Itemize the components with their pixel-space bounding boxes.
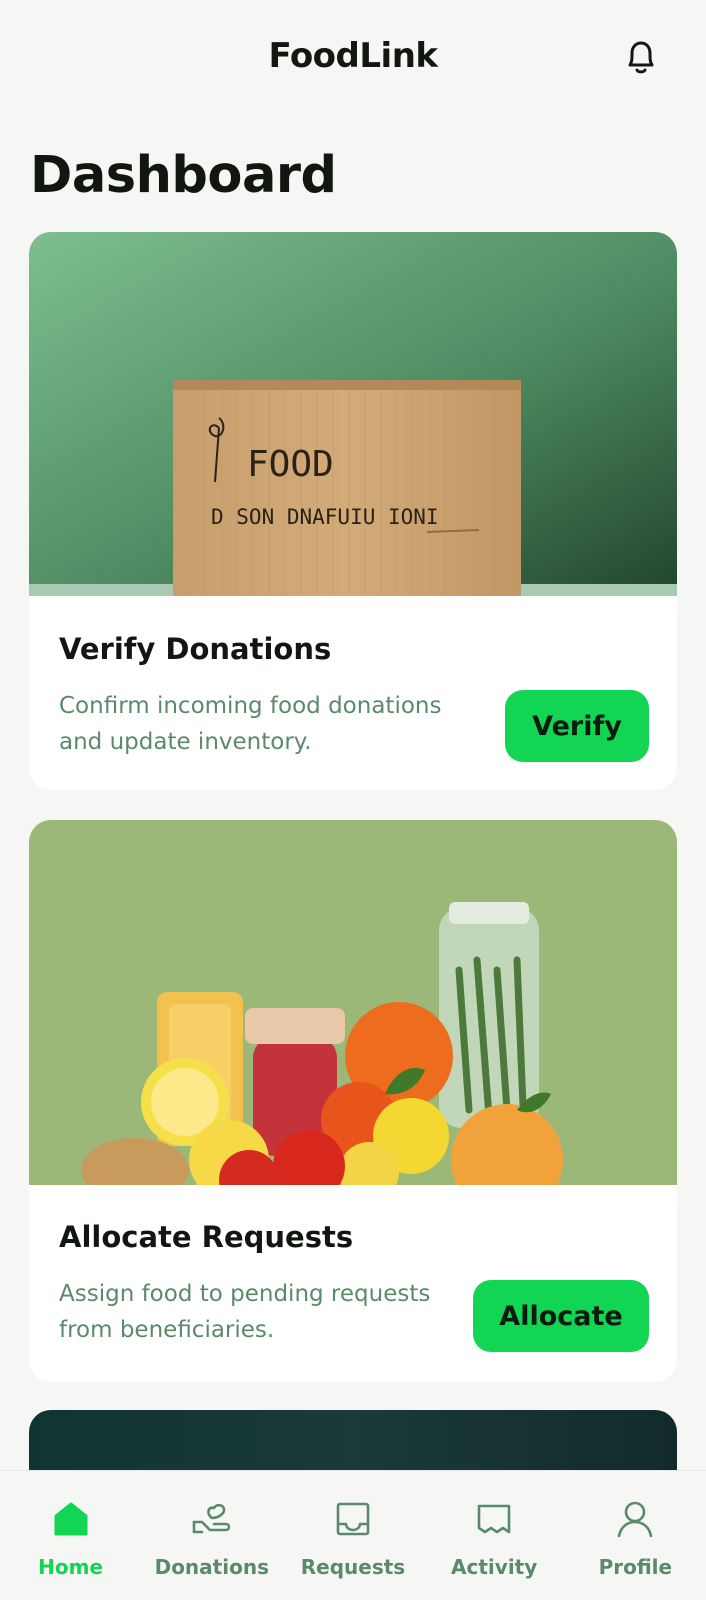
nav-item-profile[interactable]: Profile	[568, 1497, 703, 1579]
card-title: Allocate Requests	[59, 1220, 354, 1254]
allocate-button[interactable]: Allocate	[473, 1280, 649, 1352]
nav-item-requests[interactable]: Requests	[285, 1497, 420, 1579]
app-title: FoodLink	[268, 36, 438, 76]
fruits-and-jars-image	[29, 820, 677, 1185]
box-text-donation: D SON DNAFUIU IONI	[211, 505, 439, 529]
food-donation-box-image: FOOD D SON DNAFUIU IONI	[29, 232, 677, 596]
donations-hand-icon	[190, 1497, 234, 1541]
app-header: FoodLink	[0, 0, 706, 120]
card-title: Verify Donations	[59, 632, 332, 666]
verify-donations-card: FOOD D SON DNAFUIU IONI Verify Donations…	[29, 232, 677, 790]
box-text-food: FOOD	[247, 444, 334, 485]
nav-item-donations[interactable]: Donations	[144, 1497, 279, 1579]
nav-label: Activity	[451, 1555, 538, 1579]
nav-label: Requests	[300, 1555, 406, 1579]
bell-icon[interactable]	[620, 34, 662, 80]
activity-receipt-icon	[472, 1497, 516, 1541]
nav-label: Home	[38, 1555, 104, 1579]
allocate-requests-card: Allocate Requests Assign food to pending…	[29, 820, 677, 1382]
user-icon	[613, 1497, 657, 1541]
bottom-navigation: Home Donations Requests Activity Profile	[0, 1470, 706, 1600]
nav-label: Profile	[598, 1555, 673, 1579]
card-description: Confirm incoming food donations and upda…	[59, 693, 442, 755]
home-icon	[49, 1497, 93, 1541]
inbox-tray-icon	[331, 1497, 375, 1541]
verify-button[interactable]: Verify	[505, 690, 649, 762]
card-description: Assign food to pending requests from ben…	[59, 1281, 431, 1343]
nav-item-home[interactable]: Home	[3, 1497, 138, 1579]
page-title: Dashboard	[30, 146, 337, 205]
nav-label: Donations	[154, 1555, 269, 1579]
nav-item-activity[interactable]: Activity	[427, 1497, 562, 1579]
